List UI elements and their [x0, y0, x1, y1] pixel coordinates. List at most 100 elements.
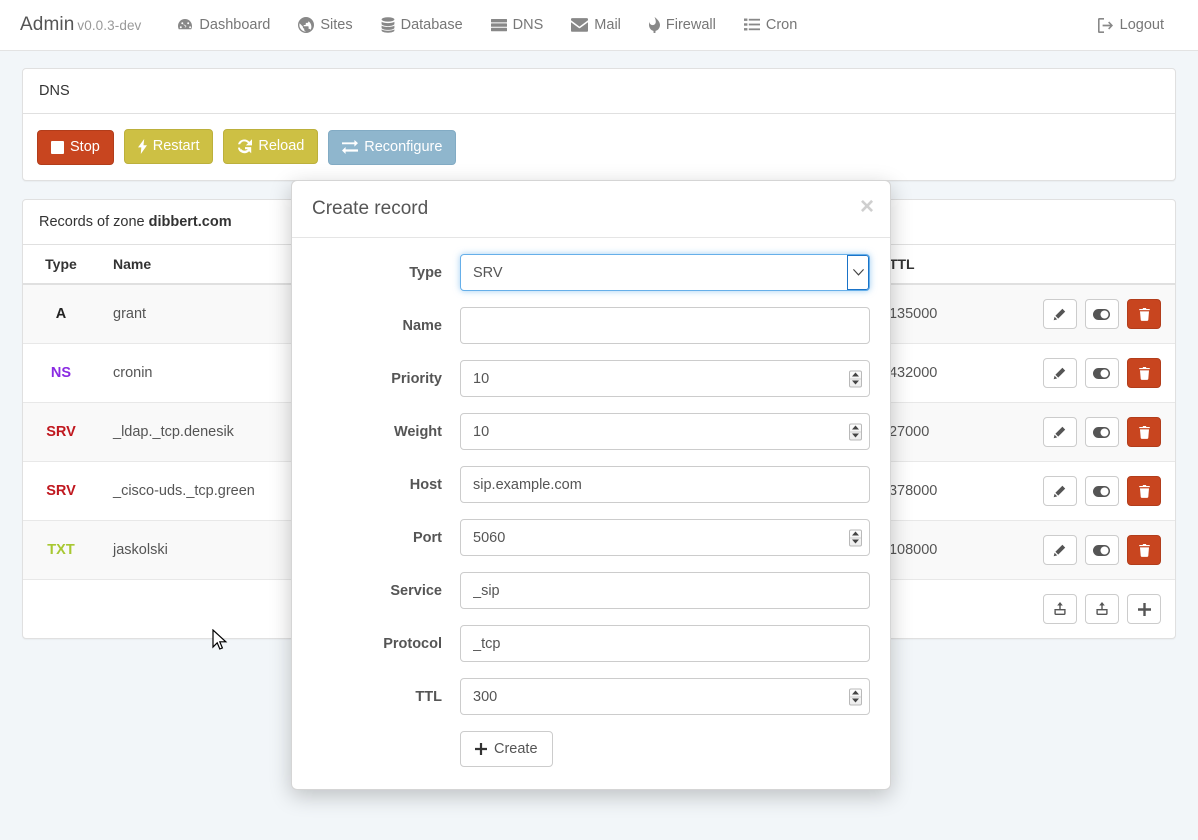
- nav-item-label: Sites: [320, 17, 353, 33]
- nav-item-label: DNS: [512, 17, 544, 33]
- service-panel-title: DNS: [23, 69, 1175, 114]
- stepper-up-icon[interactable]: [850, 530, 861, 538]
- form-row-name: Name: [312, 307, 870, 344]
- label-name: Name: [402, 317, 443, 334]
- nav-item-firewall[interactable]: Firewall: [635, 0, 730, 50]
- nav-item-label: Logout: [1119, 17, 1164, 33]
- nav-item-label: Dashboard: [199, 17, 271, 33]
- nav-item-dns[interactable]: DNS: [477, 0, 558, 50]
- weight-stepper[interactable]: [849, 423, 862, 440]
- name-input[interactable]: [460, 307, 870, 344]
- record-actions-cell: [1024, 520, 1175, 580]
- edit-record-button[interactable]: [1042, 476, 1077, 507]
- nav-item-logout[interactable]: Logout: [1084, 0, 1178, 50]
- toggle-record-button[interactable]: [1084, 476, 1119, 507]
- service-panel: DNS Stop Restart Reload Reconfigure: [22, 68, 1176, 182]
- form-row-protocol: Protocol: [312, 625, 870, 662]
- record-actions-cell: [1024, 402, 1175, 462]
- trash-icon: [1138, 484, 1150, 498]
- reconfigure-button[interactable]: Reconfigure: [328, 129, 457, 165]
- stepper-down-icon[interactable]: [850, 432, 861, 439]
- pencil-icon: [1053, 544, 1066, 557]
- stepper-up-icon[interactable]: [850, 689, 861, 697]
- priority-stepper[interactable]: [849, 370, 862, 387]
- record-type-badge: A: [55, 306, 67, 323]
- record-ttl-cell: 27000: [874, 402, 1025, 462]
- form-row-weight: Weight: [312, 413, 870, 450]
- upload-records-button[interactable]: [1084, 594, 1119, 625]
- restart-button[interactable]: Restart: [123, 129, 214, 165]
- delete-record-button[interactable]: [1127, 358, 1161, 389]
- port-stepper[interactable]: [849, 529, 862, 546]
- nav-item-label: Database: [400, 17, 463, 33]
- delete-record-button[interactable]: [1127, 476, 1161, 507]
- toggle-record-button[interactable]: [1084, 358, 1119, 389]
- nav-item-sites[interactable]: Sites: [284, 0, 366, 50]
- plus-icon: [475, 743, 487, 755]
- create-record-modal: Create record × Type Name Priority: [291, 180, 891, 790]
- type-select[interactable]: [460, 254, 870, 291]
- delete-record-button[interactable]: [1127, 417, 1161, 448]
- close-icon[interactable]: ×: [860, 195, 874, 219]
- stepper-up-icon[interactable]: [850, 424, 861, 432]
- protocol-input[interactable]: [460, 625, 870, 662]
- stop-button[interactable]: Stop: [37, 130, 114, 166]
- download-icon: [1053, 602, 1067, 616]
- edit-record-button[interactable]: [1042, 417, 1077, 448]
- brand[interactable]: Admin v0.0.3-dev: [20, 14, 141, 36]
- form-row-priority: Priority: [312, 360, 870, 397]
- delete-record-button[interactable]: [1127, 535, 1161, 566]
- table-footer-actions: [1024, 579, 1175, 639]
- edit-record-button[interactable]: [1042, 535, 1077, 566]
- pencil-icon: [1053, 426, 1066, 439]
- service-input[interactable]: [460, 572, 870, 609]
- record-type-cell: NS: [23, 343, 99, 403]
- modal-header: Create record ×: [292, 181, 890, 238]
- chevron-down-icon[interactable]: [847, 255, 869, 290]
- pencil-icon: [1053, 485, 1066, 498]
- pencil-icon: [1053, 308, 1066, 321]
- stepper-down-icon[interactable]: [850, 697, 861, 704]
- modal-title: Create record: [312, 198, 429, 219]
- record-type-badge: SRV: [46, 483, 76, 500]
- record-ttl-cell: 135000: [874, 283, 1025, 344]
- download-records-button[interactable]: [1042, 594, 1077, 625]
- reload-button[interactable]: Reload: [223, 129, 319, 165]
- nav-item-database[interactable]: Database: [367, 0, 477, 50]
- stop-square-icon: [51, 141, 64, 155]
- label-weight: Weight: [393, 423, 442, 440]
- server-icon: [490, 17, 507, 33]
- ttl-stepper[interactable]: [849, 688, 862, 705]
- nav-item-cron[interactable]: Cron: [730, 0, 811, 50]
- port-input[interactable]: [460, 519, 870, 556]
- brand-name: Admin: [20, 14, 75, 35]
- records-heading-prefix: Records of zone: [39, 214, 149, 231]
- weight-input[interactable]: [460, 413, 870, 450]
- reload-button-label: Reload: [258, 138, 305, 154]
- record-type-cell: SRV: [23, 461, 99, 521]
- add-record-button[interactable]: [1127, 594, 1161, 625]
- stepper-down-icon[interactable]: [850, 379, 861, 386]
- dashboard-icon: [177, 17, 193, 33]
- create-button[interactable]: Create: [460, 731, 553, 767]
- ttl-input[interactable]: [460, 678, 870, 715]
- stepper-down-icon[interactable]: [850, 538, 861, 545]
- stepper-up-icon[interactable]: [850, 371, 861, 379]
- toggle-record-button[interactable]: [1084, 299, 1119, 330]
- edit-record-button[interactable]: [1042, 299, 1077, 330]
- label-type: Type: [409, 264, 442, 281]
- toggle-icon: [1093, 485, 1111, 497]
- column-header-ttl: TTL: [874, 245, 1025, 286]
- refresh-icon: [237, 139, 253, 154]
- trash-icon: [1138, 366, 1150, 380]
- toggle-record-button[interactable]: [1084, 535, 1119, 566]
- edit-record-button[interactable]: [1042, 358, 1077, 389]
- delete-record-button[interactable]: [1127, 299, 1161, 330]
- priority-input[interactable]: [460, 360, 870, 397]
- zone-name: dibbert.com: [148, 214, 232, 231]
- trash-icon: [1138, 425, 1150, 439]
- nav-item-dashboard[interactable]: Dashboard: [163, 0, 284, 50]
- nav-item-mail[interactable]: Mail: [557, 0, 635, 50]
- host-input[interactable]: [460, 466, 870, 503]
- toggle-record-button[interactable]: [1084, 417, 1119, 448]
